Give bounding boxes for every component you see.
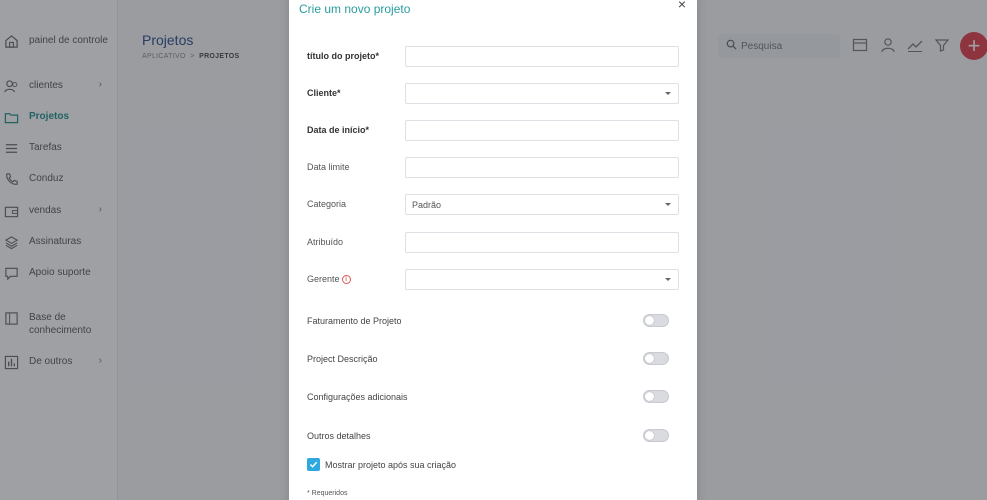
other-details-toggle[interactable] [643, 429, 669, 442]
deadline-input[interactable] [405, 157, 679, 178]
toggle-row-other: Outros detalhes [307, 429, 669, 445]
field-assigned: Atribuído [307, 232, 679, 253]
toggle-row-description: Project Descrição [307, 352, 669, 368]
field-label: título do projeto* [307, 51, 379, 61]
toggle-knob [645, 431, 654, 440]
description-toggle[interactable] [643, 352, 669, 365]
toggle-row-billing: Faturamento de Projeto [307, 314, 669, 330]
field-label: Atribuído [307, 237, 344, 247]
field-label: Data de início* [307, 125, 370, 135]
field-label-text: Gerente [307, 274, 340, 284]
field-manager: Gerente i [307, 269, 679, 290]
info-icon[interactable]: i [341, 275, 351, 285]
create-project-modal: Crie um novo projeto × título do projeto… [289, 0, 697, 500]
toggle-knob [645, 392, 654, 401]
category-select[interactable]: Padrão [405, 194, 679, 215]
toggle-label: Outros detalhes [307, 431, 371, 441]
field-client: Cliente* [307, 83, 679, 104]
modal-title: Crie um novo projeto [299, 2, 411, 16]
show-after-create-row[interactable]: Mostrar projeto após sua criação [307, 458, 456, 471]
billing-toggle[interactable] [643, 314, 669, 327]
client-select[interactable] [405, 83, 679, 104]
assigned-input[interactable] [405, 232, 679, 253]
field-project-title: título do projeto* [307, 46, 679, 67]
toggle-knob [645, 354, 654, 363]
field-label: Categoria [307, 199, 347, 209]
caret-down-icon [665, 203, 671, 206]
caret-down-icon [665, 92, 671, 95]
field-start-date: Data de início* [307, 120, 679, 141]
required-note: * Requeridos [307, 490, 348, 497]
close-icon[interactable]: × [675, 0, 689, 11]
field-label: Cliente* [307, 88, 341, 98]
field-deadline: Data limite [307, 157, 679, 178]
field-category: Categoria Padrão [307, 194, 679, 215]
checkbox-label: Mostrar projeto após sua criação [325, 459, 457, 470]
toggle-row-settings: Configurações adicionais [307, 390, 669, 406]
field-label: Gerente i [307, 274, 351, 285]
toggle-label: Project Descrição [307, 354, 378, 364]
caret-down-icon [665, 278, 671, 281]
project-title-input[interactable] [405, 46, 679, 67]
field-label: Data limite [307, 162, 350, 172]
manager-select[interactable] [405, 269, 679, 290]
toggle-label: Faturamento de Projeto [307, 316, 402, 326]
toggle-knob [645, 316, 654, 325]
toggle-label: Configurações adicionais [307, 392, 408, 402]
checkmark-icon [309, 461, 318, 468]
settings-toggle[interactable] [643, 390, 669, 403]
show-after-create-checkbox[interactable] [307, 458, 320, 471]
start-date-input[interactable] [405, 120, 679, 141]
select-value: Padrão [412, 199, 442, 210]
